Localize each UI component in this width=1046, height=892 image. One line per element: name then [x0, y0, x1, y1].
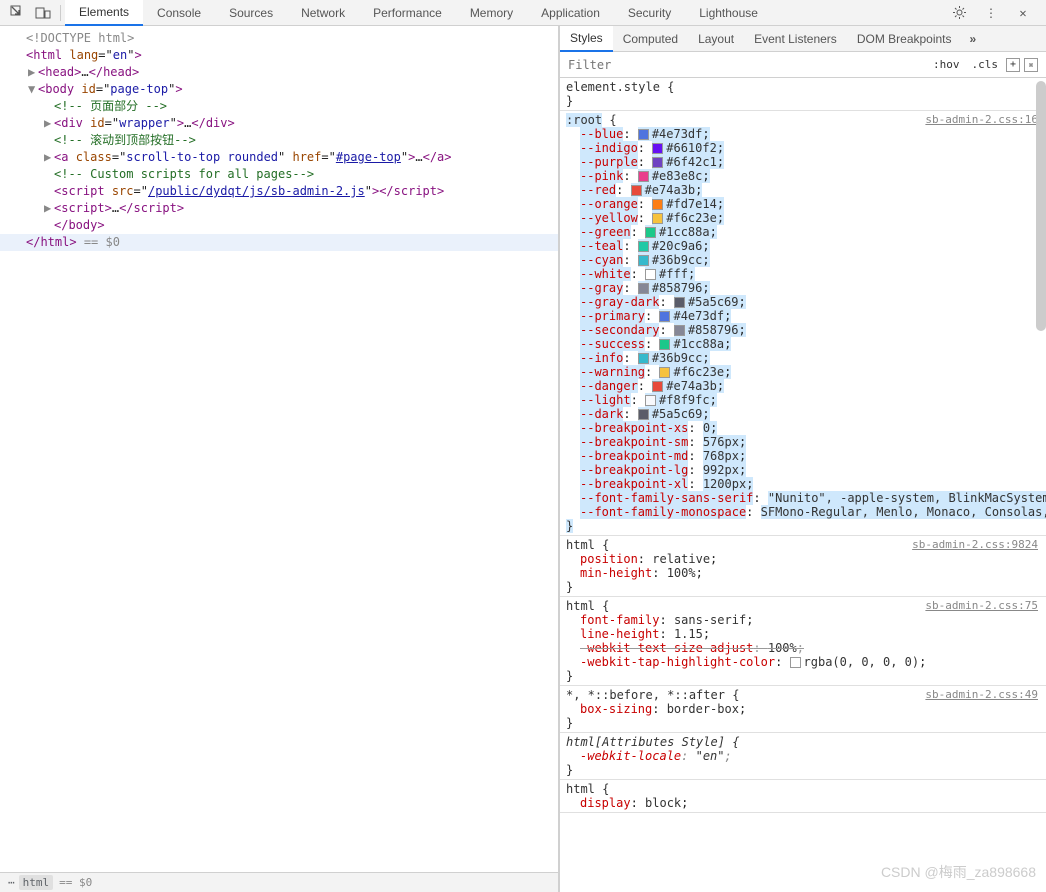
elements-pane: <!DOCTYPE html><html lang="en">▶<head>…<… — [0, 26, 559, 892]
dom-node[interactable]: ▶<script>…</script> — [0, 200, 558, 217]
color-swatch[interactable] — [652, 213, 663, 224]
css-rule[interactable]: sb-admin-2.css:49*, *::before, *::after … — [560, 686, 1046, 733]
sub-tab-dom-breakpoints[interactable]: DOM Breakpoints — [847, 26, 962, 52]
breadcrumb[interactable]: ⋯ html == $0 — [0, 872, 558, 892]
sub-tab-layout[interactable]: Layout — [688, 26, 744, 52]
breadcrumb-overflow[interactable]: ⋯ — [8, 876, 15, 889]
sub-tab-styles[interactable]: Styles — [560, 26, 613, 52]
color-swatch[interactable] — [652, 143, 663, 154]
color-swatch[interactable] — [638, 171, 649, 182]
tab-lighthouse[interactable]: Lighthouse — [685, 0, 772, 26]
selected-node-ref: == $0 — [59, 876, 92, 889]
color-swatch[interactable] — [638, 241, 649, 252]
dom-node[interactable]: ▼<body id="page-top"> — [0, 81, 558, 98]
dom-node[interactable]: ▶<div id="wrapper">…</div> — [0, 115, 558, 132]
scrollbar[interactable] — [1036, 81, 1046, 331]
color-swatch[interactable] — [631, 185, 642, 196]
device-toggle-icon[interactable] — [30, 1, 56, 25]
hov-toggle[interactable]: :hov — [929, 56, 964, 73]
color-swatch[interactable] — [659, 311, 670, 322]
dom-node[interactable]: <script src="/public/dydqt/js/sb-admin-2… — [0, 183, 558, 200]
styles-rules[interactable]: element.style {}sb-admin-2.css:16:root {… — [560, 78, 1046, 892]
source-link[interactable]: sb-admin-2.css:49 — [925, 688, 1038, 702]
color-swatch[interactable] — [638, 353, 649, 364]
breadcrumb-item[interactable]: html — [19, 875, 54, 890]
tab-security[interactable]: Security — [614, 0, 685, 26]
source-link[interactable]: sb-admin-2.css:9824 — [912, 538, 1038, 552]
sub-tab-computed[interactable]: Computed — [613, 26, 688, 52]
dom-node[interactable]: <!-- Custom scripts for all pages--> — [0, 166, 558, 183]
inspect-icon[interactable] — [4, 1, 30, 25]
styles-filter-input[interactable] — [560, 58, 921, 72]
source-link[interactable]: sb-admin-2.css:75 — [925, 599, 1038, 613]
sub-tab-event-listeners[interactable]: Event Listeners — [744, 26, 847, 52]
css-rule[interactable]: sb-admin-2.css:75html {font-family: sans… — [560, 597, 1046, 686]
color-swatch[interactable] — [645, 227, 656, 238]
dom-node[interactable]: <!-- 页面部分 --> — [0, 98, 558, 115]
dom-node[interactable]: ▶<a class="scroll-to-top rounded" href="… — [0, 149, 558, 166]
color-swatch[interactable] — [638, 409, 649, 420]
expand-arrow-icon[interactable]: ▶ — [28, 64, 38, 81]
styles-pane: StylesComputedLayoutEvent ListenersDOM B… — [559, 26, 1046, 892]
tab-memory[interactable]: Memory — [456, 0, 527, 26]
color-swatch[interactable] — [659, 367, 670, 378]
tab-console[interactable]: Console — [143, 0, 215, 26]
tab-performance[interactable]: Performance — [359, 0, 456, 26]
devtools-toolbar: ElementsConsoleSourcesNetworkPerformance… — [0, 0, 1046, 26]
main-tabs: ElementsConsoleSourcesNetworkPerformance… — [65, 0, 946, 26]
css-rule[interactable]: sb-admin-2.css:9824html {position: relat… — [560, 536, 1046, 597]
kebab-menu-icon[interactable]: ⋮ — [978, 1, 1004, 25]
computed-toggle-icon[interactable] — [1024, 58, 1038, 72]
color-swatch[interactable] — [790, 657, 801, 668]
color-swatch[interactable] — [652, 157, 663, 168]
cls-toggle[interactable]: .cls — [968, 56, 1003, 73]
color-swatch[interactable] — [638, 283, 649, 294]
color-swatch[interactable] — [652, 199, 663, 210]
tab-application[interactable]: Application — [527, 0, 614, 26]
css-rule[interactable]: element.style {} — [560, 78, 1046, 111]
expand-arrow-icon[interactable]: ▶ — [44, 200, 54, 217]
gear-icon[interactable] — [946, 1, 972, 25]
color-swatch[interactable] — [638, 255, 649, 266]
dom-tree[interactable]: <!DOCTYPE html><html lang="en">▶<head>…<… — [0, 26, 558, 872]
source-link[interactable]: sb-admin-2.css:16 — [925, 113, 1038, 127]
dom-node[interactable]: </html> == $0 — [0, 234, 558, 251]
color-swatch[interactable] — [652, 381, 663, 392]
sub-tabs-overflow-icon[interactable]: » — [962, 32, 985, 46]
tab-network[interactable]: Network — [287, 0, 359, 26]
styles-sub-tabs: StylesComputedLayoutEvent ListenersDOM B… — [560, 26, 1046, 52]
color-swatch[interactable] — [674, 325, 685, 336]
close-icon[interactable]: ✕ — [1010, 1, 1036, 25]
color-swatch[interactable] — [645, 395, 656, 406]
dom-node[interactable]: ▶<head>…</head> — [0, 64, 558, 81]
new-style-rule-icon[interactable]: + — [1006, 58, 1020, 72]
tab-elements[interactable]: Elements — [65, 0, 143, 26]
dom-node[interactable]: </body> — [0, 217, 558, 234]
dom-node[interactable]: <!DOCTYPE html> — [0, 30, 558, 47]
css-rule[interactable]: sb-admin-2.css:16:root {--blue: #4e73df;… — [560, 111, 1046, 536]
expand-arrow-icon[interactable]: ▼ — [28, 81, 38, 98]
color-swatch[interactable] — [659, 339, 670, 350]
css-rule[interactable]: html {display: block; — [560, 780, 1046, 813]
tab-sources[interactable]: Sources — [215, 0, 287, 26]
color-swatch[interactable] — [638, 129, 649, 140]
dom-node[interactable]: <html lang="en"> — [0, 47, 558, 64]
color-swatch[interactable] — [674, 297, 685, 308]
color-swatch[interactable] — [645, 269, 656, 280]
expand-arrow-icon[interactable]: ▶ — [44, 149, 54, 166]
dom-node[interactable]: <!-- 滚动到顶部按钮--> — [0, 132, 558, 149]
css-rule[interactable]: html[Attributes Style] {-webkit-locale: … — [560, 733, 1046, 780]
styles-filter-bar: :hov .cls + — [560, 52, 1046, 78]
expand-arrow-icon[interactable]: ▶ — [44, 115, 54, 132]
